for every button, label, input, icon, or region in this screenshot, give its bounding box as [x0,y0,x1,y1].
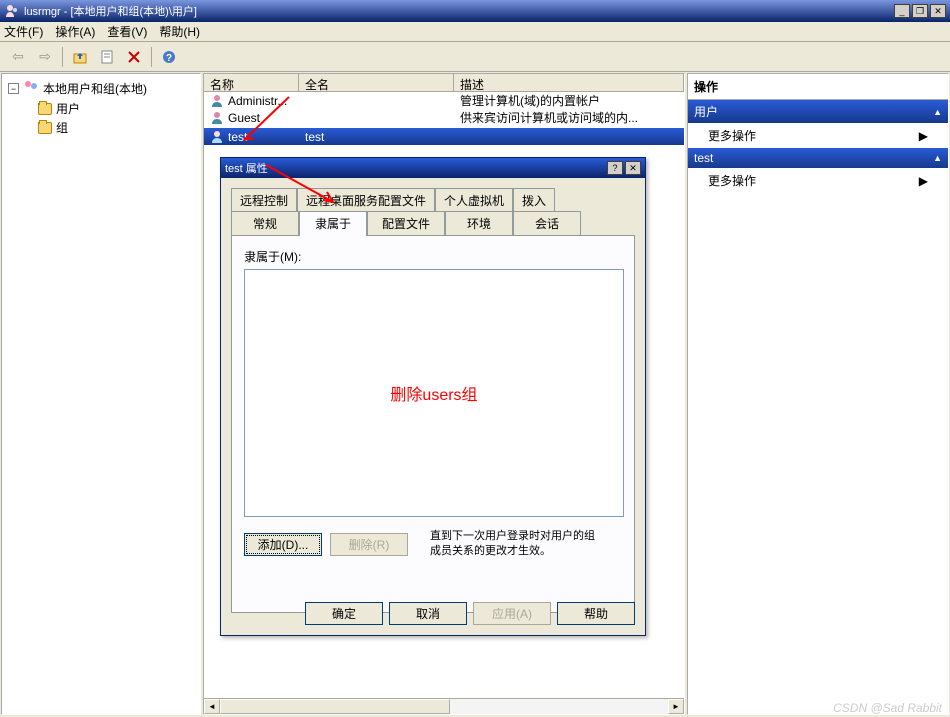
collapse-icon[interactable]: − [8,83,19,94]
actions-more-label: 更多操作 [708,127,756,144]
back-button[interactable]: ⇦ [6,45,30,69]
col-name[interactable]: 名称 [204,74,299,91]
close-button[interactable]: ✕ [930,4,946,18]
tab-session[interactable]: 会话 [513,211,581,235]
tree-panel: − 本地用户和组(本地) 用户 组 [1,73,201,715]
user-icon [210,94,224,108]
tree-users[interactable]: 用户 [38,99,194,118]
app-icon [4,3,20,19]
scroll-right-button[interactable]: ► [668,699,684,714]
tab-profile[interactable]: 配置文件 [367,211,445,235]
scroll-left-button[interactable]: ◄ [204,699,220,714]
properties-icon[interactable] [95,45,119,69]
actions-section-label: 用户 [694,103,718,120]
toolbar: ⇦ ⇨ ? [0,42,950,72]
watermark: CSDN @Sad Rabbit [833,701,942,715]
actions-title: 操作 [688,74,948,100]
tab-personal-vm[interactable]: 个人虚拟机 [435,188,513,212]
folder-icon [38,103,52,115]
col-fullname[interactable]: 全名 [299,74,454,91]
col-desc[interactable]: 描述 [454,74,684,91]
list-row[interactable]: Guest 供来宾访问计算机或访问域的内... [204,109,684,126]
chevron-right-icon: ▶ [919,174,928,188]
dialog-close-button[interactable]: ✕ [625,161,641,175]
menu-view[interactable]: 查看(V) [107,23,147,40]
apply-button[interactable]: 应用(A) [473,602,551,625]
tree-users-label: 用户 [56,100,80,117]
tree-groups[interactable]: 组 [38,118,194,137]
window-title: lusrmgr - [本地用户和组(本地)\用户] [24,3,197,19]
up-button[interactable] [68,45,92,69]
add-button[interactable]: 添加(D)... [244,533,322,556]
maximize-button[interactable]: ❐ [912,4,928,18]
actions-section-label: test [694,151,713,165]
menu-help[interactable]: 帮助(H) [159,23,200,40]
tree-groups-label: 组 [56,119,68,136]
tab-row-1: 远程控制 远程桌面服务配置文件 个人虚拟机 拨入 [231,188,635,212]
tab-general[interactable]: 常规 [231,211,299,235]
help-button[interactable]: 帮助 [557,602,635,625]
scroll-thumb[interactable] [220,699,450,714]
memberof-list[interactable]: 删除users组 [244,269,624,517]
cell-desc: 供来宾访问计算机或访问域的内... [454,109,684,126]
cell-name: Guest [228,111,260,125]
delete-icon[interactable] [122,45,146,69]
actions-more[interactable]: 更多操作 ▶ [688,168,948,193]
svg-text:?: ? [166,53,172,64]
menubar: 文件(F) 操作(A) 查看(V) 帮助(H) [0,22,950,42]
chevron-up-icon: ▲ [933,153,942,163]
actions-more-label: 更多操作 [708,172,756,189]
properties-dialog: test 属性 ? ✕ 远程控制 远程桌面服务配置文件 个人虚拟机 拨入 常规 … [220,157,646,636]
window-titlebar: lusrmgr - [本地用户和组(本地)\用户] _ ❐ ✕ [0,0,950,22]
cell-name: test [228,130,247,144]
dialog-titlebar: test 属性 ? ✕ [221,158,645,178]
help-icon[interactable]: ? [157,45,181,69]
tree-root-label: 本地用户和组(本地) [43,80,147,97]
user-icon [210,130,224,144]
tree-root[interactable]: − 本地用户和组(本地) [8,78,194,99]
annotation-text: 删除users组 [390,381,477,405]
actions-section-selected[interactable]: test ▲ [688,148,948,168]
menu-file[interactable]: 文件(F) [4,23,43,40]
actions-section-users[interactable]: 用户 ▲ [688,100,948,123]
cell-name: Administr... [228,94,287,108]
actions-panel: 操作 用户 ▲ 更多操作 ▶ test ▲ 更多操作 ▶ [687,73,949,715]
list-header: 名称 全名 描述 [204,74,684,92]
remove-button[interactable]: 删除(R) [330,533,408,556]
memberof-label: 隶属于(M): [244,248,622,265]
tab-panel: 隶属于(M): 删除users组 添加(D)... 删除(R) 直到下一次用户登… [231,235,635,613]
menu-action[interactable]: 操作(A) [55,23,95,40]
folder-icon [38,122,52,134]
scrollbar-horizontal[interactable]: ◄ ► [204,698,684,714]
tab-rds-profile[interactable]: 远程桌面服务配置文件 [297,188,435,212]
minimize-button[interactable]: _ [894,4,910,18]
toolbar-separator [151,47,152,67]
dialog-help-button[interactable]: ? [607,161,623,175]
tab-dialin[interactable]: 拨入 [513,188,555,212]
dialog-title: test 属性 [225,160,268,176]
toolbar-separator [62,47,63,67]
list-row[interactable]: Administr... 管理计算机(域)的内置帐户 [204,92,684,109]
tab-environment[interactable]: 环境 [445,211,513,235]
forward-button[interactable]: ⇨ [33,45,57,69]
hint-text: 直到下一次用户登录时对用户的组成员关系的更改才生效。 [430,529,595,560]
ok-button[interactable]: 确定 [305,602,383,625]
chevron-right-icon: ▶ [919,129,928,143]
tab-memberof[interactable]: 隶属于 [299,211,367,236]
cell-desc: 管理计算机(域)的内置帐户 [454,92,684,109]
cell-fullname: test [299,130,454,144]
tab-remote-control[interactable]: 远程控制 [231,188,297,212]
user-icon [210,111,224,125]
actions-more[interactable]: 更多操作 ▶ [688,123,948,148]
cancel-button[interactable]: 取消 [389,602,467,625]
users-groups-icon [23,79,39,98]
chevron-up-icon: ▲ [933,107,942,117]
tab-row-2: 常规 隶属于 配置文件 环境 会话 [231,211,635,235]
list-row-selected[interactable]: test test [204,128,684,145]
